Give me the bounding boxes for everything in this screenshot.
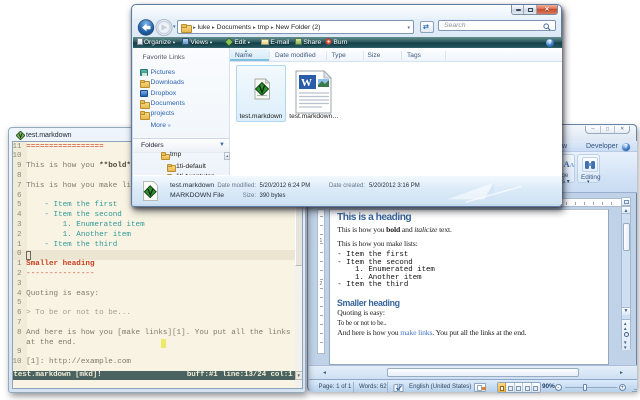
svg-text:W: W [301, 77, 312, 89]
